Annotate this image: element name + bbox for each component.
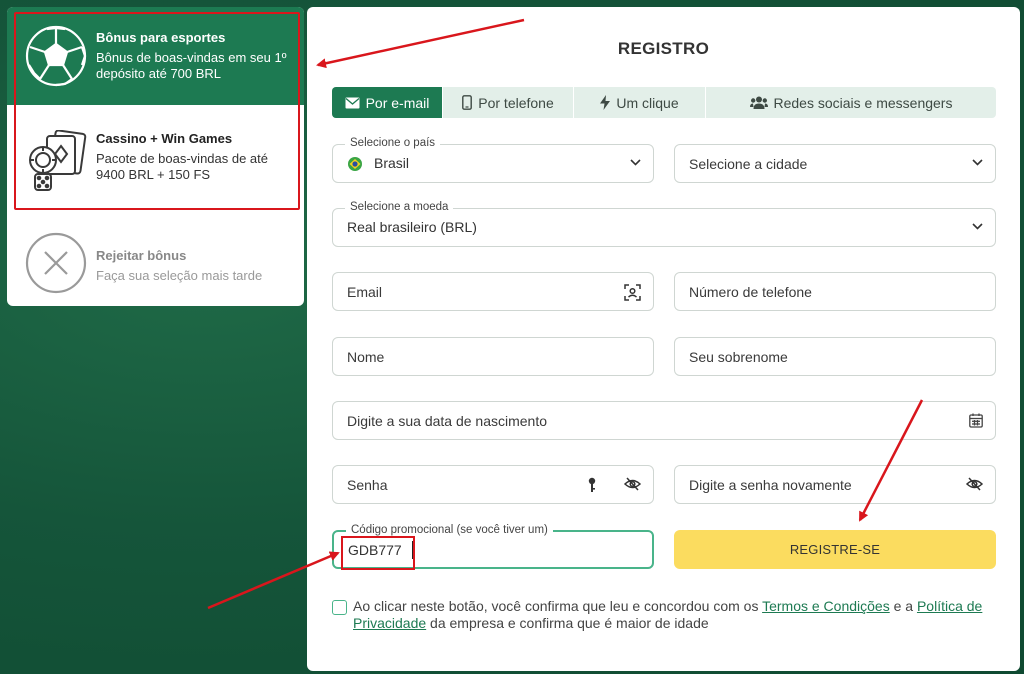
currency-select[interactable]: Selecione a moeda Real brasileiro (BRL) [332,201,996,247]
phone-icon [462,95,473,110]
key-icon[interactable] [587,477,597,493]
chevron-down-icon [972,159,983,166]
bonus-option-reject[interactable]: Rejeitar bônus Faça sua seleção mais tar… [7,222,304,306]
country-select[interactable]: Selecione o país Brasil [332,137,654,183]
phone-placeholder: Número de telefone [689,284,812,300]
consent-text-part: Ao clicar neste botão, você confirma que… [353,598,763,614]
casino-cards-icon [27,129,89,192]
register-button[interactable]: REGISTRE-SE [674,530,996,569]
city-placeholder: Selecione a cidade [689,156,808,172]
terms-link[interactable]: Termos e Condições [762,598,890,614]
eye-slash-icon[interactable] [966,477,983,491]
promo-legend: Código promocional (se você tiver um) [346,524,553,536]
envelope-icon [345,97,360,108]
email-placeholder: Email [347,284,383,300]
brazil-flag-icon [348,157,362,171]
consent-checkbox[interactable] [332,600,347,615]
tab-social[interactable]: Redes sociais e messengers [706,87,996,118]
consent-row: Ao clicar neste botão, você confirma que… [332,598,996,632]
bonus-description: Faça sua seleção mais tarde [96,268,263,283]
password-field[interactable]: Senha [332,465,654,504]
currency-value: Real brasileiro (BRL) [347,219,477,235]
text-cursor [412,541,413,559]
consent-text-part: da empresa e confirma que é maior de ida… [426,615,709,631]
tab-label: Redes sociais e messengers [773,94,953,111]
lightning-icon [600,95,611,110]
promo-code-field[interactable]: Código promocional (se você tiver um) GD… [332,524,654,569]
password-placeholder: Senha [347,477,388,493]
face-scan-icon[interactable] [624,284,641,301]
bonus-option-sports[interactable]: Bônus para esportes Bônus de boas-vindas… [7,7,304,105]
bonus-description: Pacote de boas-vindas de até 9400 BRL + … [96,151,269,182]
birthdate-placeholder: Digite a sua data de nascimento [347,413,548,429]
consent-text-part: e a [889,598,917,614]
eye-slash-icon[interactable] [624,477,641,491]
chevron-down-icon [972,223,983,230]
calendar-icon[interactable] [969,413,983,428]
promo-value: GDB777 [348,542,402,558]
close-circle-icon [25,232,87,294]
bonus-title: Bônus para esportes [96,30,226,45]
tab-label: Por telefone [478,94,554,111]
bonus-panel: Bônus para esportes Bônus de boas-vindas… [7,7,304,306]
email-field[interactable]: Email [332,272,654,311]
tab-label: Um clique [616,94,679,111]
surname-placeholder: Seu sobrenome [689,349,788,365]
chevron-down-icon [630,159,641,166]
name-placeholder: Nome [347,349,385,365]
bonus-title: Cassino + Win Games [96,131,233,146]
country-legend: Selecione o país [345,137,441,149]
consent-text: Ao clicar neste botão, você confirma que… [332,598,996,632]
tab-phone[interactable]: Por telefone [443,87,574,118]
city-select[interactable]: Selecione a cidade [674,144,996,183]
name-field[interactable]: Nome [332,337,654,376]
password-repeat-placeholder: Digite a senha novamente [689,477,852,493]
surname-field[interactable]: Seu sobrenome [674,337,996,376]
registration-tabs: Por e-mail Por telefone Um clique Redes … [332,87,996,118]
birthdate-field[interactable]: Digite a sua data de nascimento [332,401,996,440]
users-icon [749,96,768,109]
bonus-option-casino[interactable]: Cassino + Win Games Pacote de boas-vinda… [7,105,304,215]
tab-email[interactable]: Por e-mail [332,87,443,118]
soccer-ball-icon [25,25,87,87]
form-title: REGISTRO [617,39,710,58]
tab-label: Por e-mail [365,94,430,111]
registration-form: REGISTRO Por e-mail Por telefone Um cliq… [307,7,1020,671]
phone-field[interactable]: Número de telefone [674,272,996,311]
currency-legend: Selecione a moeda [345,201,454,213]
password-repeat-field[interactable]: Digite a senha novamente [674,465,996,504]
country-value: Brasil [374,155,410,171]
bonus-title: Rejeitar bônus [96,248,187,263]
bonus-description: Bônus de boas-vindas em seu 1º depósito … [96,50,287,81]
tab-one-click[interactable]: Um clique [574,87,706,118]
